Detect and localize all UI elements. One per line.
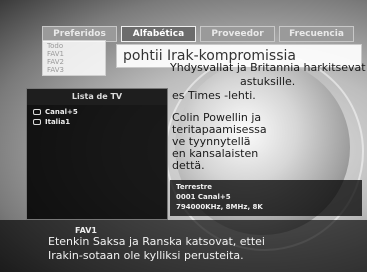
news-line-6: ve tyynnytellä: [172, 135, 251, 148]
dropdown-item-fav2[interactable]: FAV2: [47, 58, 101, 66]
bottom-caption-line-2: Irakin-sotaan ole kylliksi perusteita.: [48, 249, 244, 262]
channel-name: Italia1: [45, 118, 71, 126]
info-channel: 0001 Canal+5: [176, 193, 231, 201]
channel-row-2[interactable]: Italia1: [27, 117, 70, 127]
info-frequency: 794000KHz, 8MHz, 8K: [176, 203, 263, 211]
news-line-4: Colin Powellin ja: [172, 111, 262, 124]
news-line-3: es Times -lehti.: [172, 89, 256, 102]
info-type: Terrestre: [176, 183, 212, 191]
tv-channel-list: Lista de TV Canal+5 Italia1: [26, 88, 168, 220]
channel-name: Canal+5: [45, 108, 78, 116]
news-line-8: dettä.: [172, 159, 205, 172]
bottom-caption-line-1: Etenkin Saksa ja Ranska katsovat, ettei: [48, 235, 265, 248]
news-line-1: Yhdysvallat ja Britannia harkitsevat: [170, 61, 366, 74]
tv-icon: [33, 119, 41, 125]
tv-list-header: Lista de TV: [27, 89, 167, 105]
tv-screen: Preferidos Alfabética Proveedor Frecuenc…: [0, 0, 367, 272]
tv-icon: [33, 109, 41, 115]
news-line-2: astuksille.: [240, 75, 296, 88]
dropdown-item-fav3[interactable]: FAV3: [47, 66, 101, 74]
favorites-dropdown[interactable]: Todo FAV1 FAV2 FAV3: [42, 40, 106, 76]
dropdown-item-todo[interactable]: Todo: [47, 42, 101, 50]
news-line-7: en kansalaisten: [172, 147, 259, 160]
tab-proveedor[interactable]: Proveedor: [200, 26, 275, 42]
channel-info-box: Terrestre 0001 Canal+5 794000KHz, 8MHz, …: [170, 180, 362, 216]
dropdown-item-fav1[interactable]: FAV1: [47, 50, 101, 58]
tab-frecuencia[interactable]: Frecuencia: [279, 26, 354, 42]
news-line-5: teritapaamisessa: [172, 123, 267, 136]
tab-alfabetica[interactable]: Alfabética: [121, 26, 196, 42]
channel-row-1[interactable]: Canal+5: [27, 107, 78, 117]
